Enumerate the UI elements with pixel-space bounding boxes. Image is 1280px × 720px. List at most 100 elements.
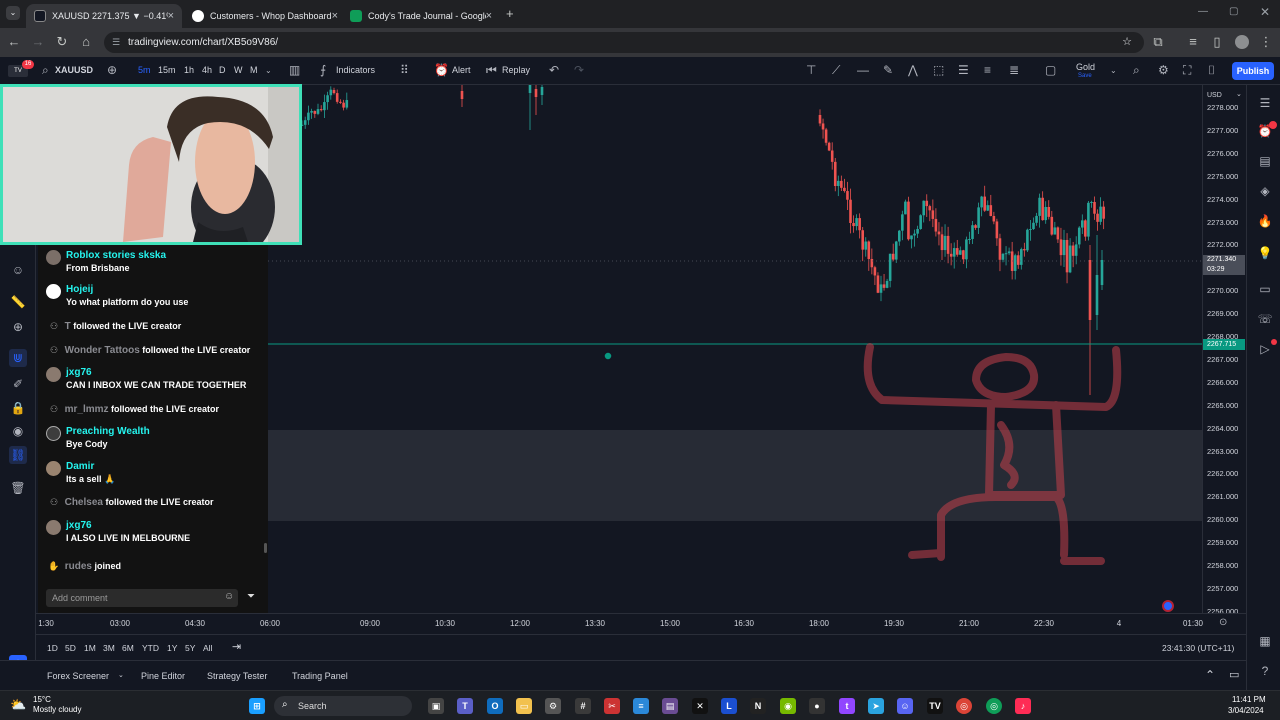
range-5y[interactable]: 5Y <box>185 643 195 653</box>
chat-filter-icon[interactable]: ⏷ <box>247 591 255 602</box>
redo-icon[interactable]: ↷ <box>574 63 584 77</box>
taskbar-search[interactable]: ⌕ Search <box>274 696 412 716</box>
calculator-icon[interactable]: # <box>575 698 591 714</box>
chat-username[interactable]: T <box>65 321 71 332</box>
tradingview-app-icon[interactable]: TV <box>927 698 943 714</box>
extensions-icon[interactable]: ⧉ <box>1150 34 1166 50</box>
range-1y[interactable]: 1Y <box>167 643 177 653</box>
obs-icon[interactable]: ● <box>809 698 825 714</box>
sidepanel-icon[interactable]: ▯ <box>1209 34 1225 50</box>
range-3m[interactable]: 3M <box>103 643 115 653</box>
line-anchor-handle[interactable] <box>603 351 613 361</box>
publish-button[interactable]: Publish <box>1232 62 1274 80</box>
close-tab-icon[interactable]: × <box>332 10 338 22</box>
interval-dropdown-icon[interactable]: ⌄ <box>265 66 272 75</box>
range-6m[interactable]: 6M <box>122 643 134 653</box>
clock-date[interactable]: 3/04/2024 <box>1228 706 1264 715</box>
eye-icon[interactable]: ◉ <box>9 422 27 440</box>
screener-dropdown-icon[interactable]: ⌄ <box>118 671 124 679</box>
tab-strategy-tester[interactable]: Strategy Tester <box>207 671 267 681</box>
goto-realtime-icon[interactable]: ⊙ <box>1219 617 1227 628</box>
url-field[interactable]: ☰ tradingview.com/chart/XB5o9V86/ ☆ <box>104 32 1144 53</box>
brush-tool-icon[interactable]: ✎ <box>883 63 893 77</box>
chat-username[interactable]: rudes <box>65 561 92 572</box>
search-icon[interactable]: ⌕ <box>42 63 49 78</box>
outlook-icon[interactable]: O <box>487 698 503 714</box>
zoom-in-icon[interactable]: ⊕ <box>9 318 27 336</box>
tab-trading-panel[interactable]: Trading Panel <box>292 671 348 681</box>
profile-avatar[interactable] <box>1235 35 1249 49</box>
telegram-icon[interactable]: ➤ <box>868 698 884 714</box>
app-icon[interactable]: ▤ <box>662 698 678 714</box>
emoji-picker-icon[interactable]: ☺ <box>224 591 234 602</box>
discord-icon[interactable]: ☺ <box>897 698 913 714</box>
magnet-icon[interactable]: ⋓ <box>9 349 27 367</box>
calendar-icon[interactable]: ▦ <box>1257 633 1273 649</box>
browser-menu-icon[interactable]: ⋮ <box>1258 34 1274 50</box>
chat-username[interactable]: Roblox stories skska <box>66 249 166 262</box>
symbol-search[interactable]: XAUUSD <box>55 65 93 75</box>
teams-icon[interactable]: T <box>457 698 473 714</box>
twitch-icon[interactable]: t <box>839 698 855 714</box>
browser-tab-whop[interactable]: Customers - Whop Dashboard × <box>184 4 342 28</box>
back-icon[interactable]: ← <box>6 34 22 49</box>
candle-type-icon[interactable]: ▥ <box>289 63 300 77</box>
range-5d[interactable]: 5D <box>65 643 76 653</box>
close-window-button[interactable]: ✕ <box>1260 5 1270 19</box>
replay-button[interactable]: Replay <box>502 65 530 75</box>
trash-icon[interactable]: 🗑 <box>9 479 27 497</box>
path-tool-icon[interactable]: ⋀ <box>908 63 918 77</box>
gann-tool-icon[interactable]: ≣ <box>1009 63 1019 77</box>
settings-app-icon[interactable]: ⚙ <box>545 698 561 714</box>
compare-symbol-icon[interactable]: ⊕ <box>107 63 117 77</box>
chat-username[interactable]: Hojeij <box>66 283 188 296</box>
close-tab-icon[interactable]: × <box>168 10 174 22</box>
interval-4h[interactable]: 4h <box>202 65 212 75</box>
chat-username[interactable]: Preaching Wealth <box>66 425 150 438</box>
forward-icon[interactable]: → <box>30 34 46 49</box>
layout-icon[interactable]: ▢ <box>1045 63 1056 77</box>
capcut-icon[interactable]: ✕ <box>692 698 708 714</box>
range-ytd[interactable]: YTD <box>142 643 159 653</box>
currency-selector[interactable]: USD <box>1207 92 1222 99</box>
nvidia-icon[interactable]: ◉ <box>780 698 796 714</box>
chat-username[interactable]: mr_lmmz <box>65 404 109 415</box>
fib-tool-icon[interactable]: ☰ <box>958 63 969 77</box>
bookmark-star-icon[interactable]: ☆ <box>1122 32 1132 53</box>
snipping-tool-icon[interactable]: ✂ <box>604 698 620 714</box>
minimize-window-button[interactable]: — <box>1198 6 1208 17</box>
chat-icon[interactable]: ▭ <box>1257 281 1273 297</box>
horizontal-line-icon[interactable]: — <box>857 63 869 77</box>
site-info-icon[interactable]: ☰ <box>112 32 120 53</box>
currency-dropdown-icon[interactable]: ⌄ <box>1236 90 1242 98</box>
file-explorer-icon[interactable]: ▭ <box>516 698 532 714</box>
add-comment-input[interactable]: Add comment <box>46 589 238 607</box>
rectangle-tool-icon[interactable]: ⬚ <box>933 63 944 77</box>
interval-d[interactable]: D <box>219 65 226 75</box>
maximize-window-button[interactable]: ▢ <box>1229 6 1238 17</box>
tab-forex-screener[interactable]: Forex Screener <box>47 671 109 681</box>
tiktok-icon[interactable]: ♪ <box>1015 698 1031 714</box>
snapshot-icon[interactable]: ⌷ <box>1208 63 1215 78</box>
browser-tab-sheets[interactable]: Cody's Trade Journal - Google × <box>342 4 500 28</box>
chat-username[interactable]: jxg76 <box>66 519 190 532</box>
time-axis[interactable]: 1:30 03:00 04:30 06:00 09:00 10:30 12:00 13:30 1… <box>36 613 1246 633</box>
chart-clock[interactable]: 23:41:30 (UTC+11) <box>1162 643 1234 653</box>
range-all[interactable]: All <box>203 643 212 653</box>
maximize-panel-icon[interactable]: ▭ <box>1229 668 1239 681</box>
layers-icon[interactable]: ◈ <box>1257 183 1273 199</box>
cursor-tool-icon[interactable]: ⊤ <box>806 63 816 77</box>
data-window-icon[interactable]: ▤ <box>1257 153 1273 169</box>
range-1d[interactable]: 1D <box>47 643 58 653</box>
fullscreen-icon[interactable]: ⛶ <box>1183 63 1191 78</box>
layout-name[interactable]: Gold <box>1076 62 1095 72</box>
lock-draw-icon[interactable]: ✐ <box>9 375 27 393</box>
reload-icon[interactable]: ↻ <box>54 34 70 50</box>
quick-search-icon[interactable]: ⌕ <box>1133 63 1140 78</box>
community-icon[interactable]: ☏ <box>1257 311 1273 327</box>
notepad-icon[interactable]: ≡ <box>633 698 649 714</box>
media-icon[interactable]: ≡ <box>1185 34 1201 49</box>
chat-username[interactable]: jxg76 <box>66 366 246 379</box>
emoji-tool-icon[interactable]: ☺ <box>9 261 27 279</box>
range-1m[interactable]: 1M <box>84 643 96 653</box>
